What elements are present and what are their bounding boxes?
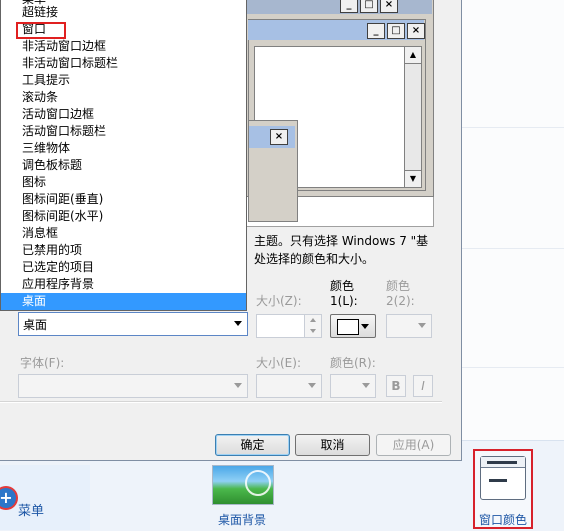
window-color-icon[interactable] <box>480 456 526 500</box>
list-item[interactable]: 已禁用的项 <box>1 242 246 259</box>
left-link-text[interactable]: 菜单 <box>18 500 44 519</box>
list-item[interactable]: 超链接 <box>1 4 246 21</box>
list-item[interactable]: 已选定的项目 <box>1 259 246 276</box>
item-color1-label-line2: 1(L): <box>330 294 358 308</box>
list-item[interactable]: 图标 <box>1 174 246 191</box>
ok-button[interactable]: 确定 <box>215 434 290 456</box>
item-select-value: 桌面 <box>23 318 48 332</box>
apply-button[interactable]: 应用(A) <box>376 434 451 456</box>
preview-scrollbar: ▲ ▼ <box>404 46 422 188</box>
close-icon: × <box>380 0 398 13</box>
item-size-spinner[interactable] <box>256 314 322 338</box>
maximize-icon: □ <box>387 23 405 39</box>
chevron-down-icon <box>418 323 426 328</box>
item-select[interactable]: 桌面 <box>18 312 248 336</box>
list-item[interactable]: 调色板标题 <box>1 157 246 174</box>
separator <box>0 401 442 403</box>
chevron-down-icon <box>361 324 369 329</box>
chevron-down-icon <box>308 383 316 388</box>
preview-inactive-controls: _ □ × <box>340 0 398 13</box>
chevron-down-icon <box>362 383 370 388</box>
close-icon: × <box>407 23 425 39</box>
close-icon: × <box>270 129 288 145</box>
list-item[interactable]: 非活动窗口标题栏 <box>1 55 246 72</box>
item-color1-label: 颜色 1(L): <box>330 277 358 308</box>
preview-inactive-titlebar <box>232 0 432 14</box>
item-color2-label: 颜色 2(2): <box>386 277 415 308</box>
list-item[interactable]: 活动窗口标题栏 <box>1 123 246 140</box>
list-item[interactable]: 活动窗口边框 <box>1 106 246 123</box>
preview-active-controls: _ □ × <box>367 23 425 39</box>
list-item[interactable]: 非活动窗口边框 <box>1 38 246 55</box>
list-item[interactable]: 三维物体 <box>1 140 246 157</box>
list-item[interactable]: 消息框 <box>1 225 246 242</box>
item-color1-button[interactable] <box>330 314 376 338</box>
description-line-2: 处选择的颜色和大小。 <box>254 252 375 266</box>
font-size-select[interactable] <box>256 374 322 398</box>
bold-button[interactable]: B <box>386 375 406 397</box>
font-select[interactable] <box>18 374 248 398</box>
desktop-background-thumbnail[interactable] <box>212 465 274 505</box>
list-item[interactable]: 图标间距(垂直) <box>1 191 246 208</box>
item-color2-label-line1: 颜色 <box>386 279 411 293</box>
list-item[interactable]: 图标间距(水平) <box>1 208 246 225</box>
color-swatch <box>337 319 359 335</box>
item-color2-label-line2: 2(2): <box>386 294 415 308</box>
spin-down-icon[interactable] <box>304 326 321 337</box>
font-color-label: 颜色(R): <box>330 356 376 370</box>
description-line-1: 主题。只有选择 Windows 7 "基 <box>254 234 429 248</box>
font-label: 字体(F): <box>20 356 65 370</box>
font-color-button[interactable] <box>330 374 376 398</box>
list-item[interactable]: 滚动条 <box>1 89 246 106</box>
item-dropdown-list[interactable]: 菜单 超链接 窗口 非活动窗口边框 非活动窗口标题栏 工具提示 滚动条 活动窗口… <box>0 0 247 311</box>
cancel-button[interactable]: 取消 <box>295 434 370 456</box>
list-item[interactable]: 工具提示 <box>1 72 246 89</box>
item-color1-label-line1: 颜色 <box>330 279 355 293</box>
minimize-icon: _ <box>340 0 358 13</box>
item-size-label: 大小(Z): <box>256 294 302 308</box>
scroll-down-icon: ▼ <box>405 170 421 187</box>
font-size-label: 大小(E): <box>256 356 301 370</box>
list-item-selected[interactable]: 桌面 <box>1 293 246 310</box>
item-color2-button[interactable] <box>386 314 432 338</box>
chevron-down-icon[interactable] <box>234 321 242 326</box>
minimize-icon: _ <box>367 23 385 39</box>
italic-button[interactable]: I <box>413 375 433 397</box>
list-item[interactable]: 应用程序背景 <box>1 276 246 293</box>
chevron-down-icon <box>234 383 242 388</box>
scroll-up-icon: ▲ <box>405 47 421 64</box>
preview-message-close: × <box>270 129 288 145</box>
window-color-link[interactable]: 窗口颜色 <box>479 511 527 528</box>
desktop-background-link[interactable]: 桌面背景 <box>218 511 266 528</box>
highlight-box <box>16 22 66 39</box>
maximize-icon: □ <box>360 0 378 13</box>
